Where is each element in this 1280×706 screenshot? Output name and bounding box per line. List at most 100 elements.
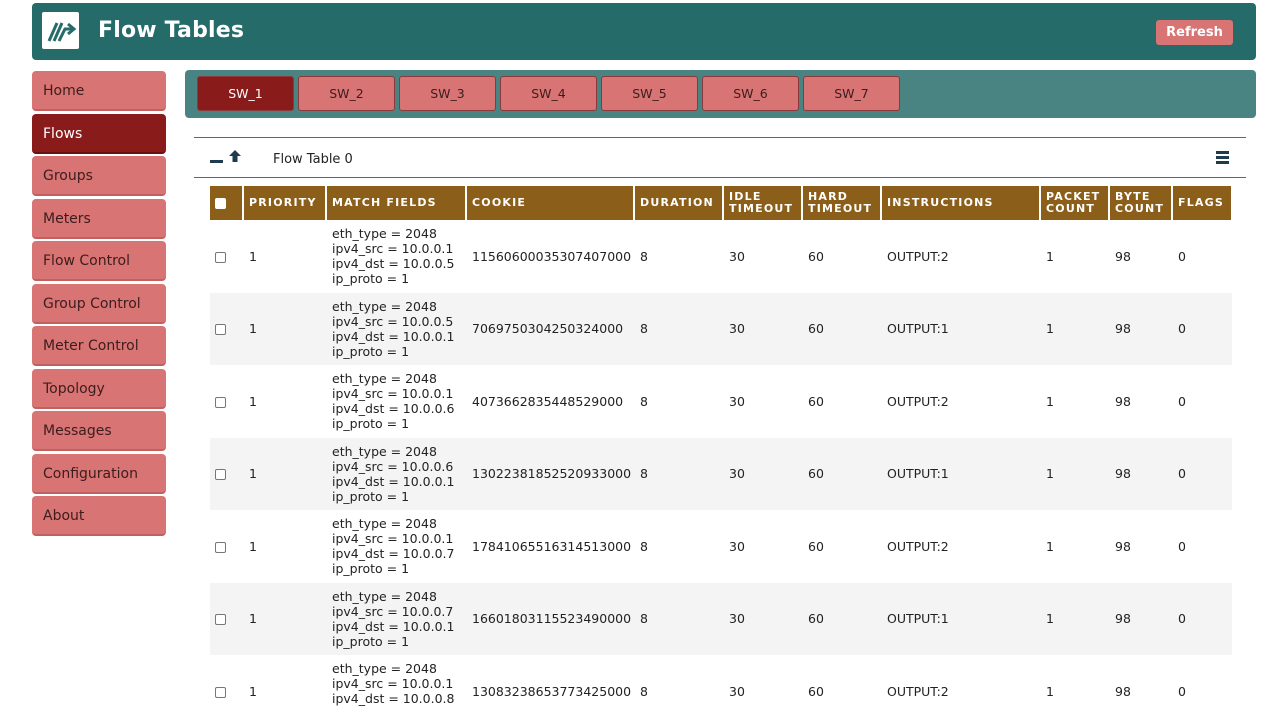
tab-sw-5[interactable]: SW_5: [601, 76, 698, 111]
minus-icon[interactable]: [210, 160, 223, 163]
column-header[interactable]: PACKET COUNT: [1040, 186, 1110, 220]
table-row: 1 eth_type = 2048 ipv4_src = 10.0.0.1 ipv4_…: [210, 220, 1232, 293]
byte-count-cell: 98: [1115, 538, 1131, 554]
flags-cell: 0: [1178, 683, 1186, 699]
match-field: ipv4_src = 10.0.0.6: [332, 458, 454, 474]
match-field: ipv4_dst = 10.0.0.1: [332, 328, 455, 344]
packet-count-cell: 1: [1046, 538, 1054, 554]
match-field: eth_type = 2048: [332, 588, 437, 604]
column-header[interactable]: MATCH FIELDS: [326, 186, 467, 220]
match-field: ipv4_src = 10.0.0.1: [332, 241, 454, 257]
tab-sw-1[interactable]: SW_1: [197, 76, 294, 111]
tab-sw-4[interactable]: SW_4: [500, 76, 597, 111]
sidebar-item-group-control[interactable]: Group Control: [32, 283, 166, 324]
column-header[interactable]: PRIORITY: [243, 186, 327, 220]
refresh-button[interactable]: Refresh: [1156, 20, 1233, 45]
match-field: eth_type = 2048: [332, 661, 437, 677]
flags-cell: 0: [1172, 437, 1232, 510]
column-header[interactable]: IDLE TIMEOUT: [723, 186, 803, 220]
row-checkbox-cell[interactable]: [210, 220, 243, 293]
sidebar-item-groups[interactable]: Groups: [32, 156, 166, 196]
flow-table: PRIORITY MATCH FIELDS COOKIE DURATION ID…: [210, 186, 1233, 706]
checkbox-icon[interactable]: [215, 197, 226, 209]
match-fields-cell: eth_type = 2048 ipv4_src = 10.0.0.5 ipv4_d…: [326, 292, 466, 365]
row-checkbox-cell[interactable]: [210, 655, 243, 706]
match-field: ipv4_src = 10.0.0.1: [332, 386, 454, 402]
row-checkbox-cell[interactable]: [210, 510, 243, 583]
duration-cell: 8: [640, 683, 648, 699]
tab-sw-2[interactable]: SW_2: [298, 76, 395, 111]
hard-timeout-cell: 60: [802, 292, 881, 365]
sidebar-item-flows[interactable]: Flows: [32, 113, 166, 154]
checkbox-icon[interactable]: [215, 686, 226, 698]
sidebar-item-messages[interactable]: Messages: [32, 411, 166, 451]
idle-timeout-cell: 30: [729, 393, 745, 409]
sidebar-item-topology[interactable]: Topology: [32, 368, 166, 409]
flags-cell: 0: [1178, 393, 1186, 409]
match-field: eth_type = 2048: [332, 226, 437, 242]
packet-count-cell: 1: [1040, 582, 1109, 655]
priority-cell: 1: [243, 582, 326, 655]
logo-icon: [42, 12, 79, 49]
byte-count-cell: 98: [1115, 683, 1131, 699]
sidebar-item-about[interactable]: About: [32, 496, 166, 536]
row-checkbox-cell[interactable]: [210, 292, 243, 365]
column-header[interactable]: FLAGS: [1172, 186, 1233, 220]
checkbox-icon[interactable]: [215, 324, 226, 336]
instructions-cell: OUTPUT:2: [887, 248, 949, 264]
table-row: 1 eth_type = 2048 ipv4_src = 10.0.0.1 ipv4_…: [210, 510, 1232, 583]
table-row: 1 eth_type = 2048 ipv4_src = 10.0.0.1 ipv4_…: [210, 655, 1232, 706]
instructions-cell: OUTPUT:1: [881, 582, 1040, 655]
tab-sw-6[interactable]: SW_6: [702, 76, 799, 111]
column-header[interactable]: INSTRUCTIONS: [881, 186, 1041, 220]
instructions-cell: OUTPUT:1: [881, 292, 1040, 365]
cookie-cell: 16601803115523490000: [466, 582, 634, 655]
app-header: Flow Tables Refresh: [32, 3, 1256, 60]
packet-count-cell: 1: [1040, 437, 1109, 510]
instructions-cell: OUTPUT:2: [887, 393, 949, 409]
column-header[interactable]: COOKIE: [466, 186, 635, 220]
column-header[interactable]: DURATION: [634, 186, 724, 220]
checkbox-icon[interactable]: [215, 251, 226, 263]
sidebar-item-meter-control[interactable]: Meter Control: [32, 326, 166, 366]
sidebar-item-configuration[interactable]: Configuration: [32, 453, 166, 494]
page-title: Flow Tables: [98, 18, 245, 43]
column-header[interactable]: BYTE COUNT: [1109, 186, 1173, 220]
byte-count-cell: 98: [1115, 393, 1131, 409]
idle-timeout-cell: 30: [729, 538, 745, 554]
row-checkbox-cell[interactable]: [210, 582, 243, 655]
menu-icon[interactable]: [1216, 151, 1229, 166]
sidebar: Home Flows Groups Meters Flow Control Gr…: [32, 71, 166, 539]
instructions-cell: OUTPUT:2: [887, 538, 949, 554]
byte-count-cell: 98: [1109, 292, 1172, 365]
select-all-checkbox[interactable]: [210, 186, 244, 220]
match-field: ipv4_dst = 10.0.0.1: [332, 473, 455, 489]
row-checkbox-cell[interactable]: [210, 437, 243, 510]
match-field: eth_type = 2048: [332, 298, 437, 314]
match-field: eth_type = 2048: [332, 371, 437, 387]
flags-cell: 0: [1172, 582, 1232, 655]
hard-timeout-cell: 60: [808, 683, 824, 699]
tab-sw-3[interactable]: SW_3: [399, 76, 496, 111]
up-arrow-icon[interactable]: [229, 150, 241, 162]
column-header[interactable]: HARD TIMEOUT: [802, 186, 882, 220]
duration-cell: 8: [640, 393, 648, 409]
match-field: ipv4_dst = 10.0.0.6: [332, 401, 455, 417]
tab-sw-7[interactable]: SW_7: [803, 76, 900, 111]
table-row: 1 eth_type = 2048 ipv4_src = 10.0.0.7 ipv4_…: [210, 582, 1232, 655]
cookie-cell: 17841065516314513000: [472, 538, 632, 554]
sidebar-item-flow-control[interactable]: Flow Control: [32, 241, 166, 281]
switch-tabs: SW_1 SW_2 SW_3 SW_4 SW_5 SW_6 SW_7: [185, 70, 1256, 118]
checkbox-icon[interactable]: [215, 469, 226, 481]
checkbox-icon[interactable]: [215, 541, 226, 553]
sidebar-item-home[interactable]: Home: [32, 71, 166, 111]
packet-count-cell: 1: [1046, 248, 1054, 264]
checkbox-icon[interactable]: [215, 396, 226, 408]
priority-cell: 1: [243, 437, 326, 510]
cookie-cell: 4073662835448529000: [472, 393, 624, 409]
sidebar-item-meters[interactable]: Meters: [32, 198, 166, 239]
match-field: ip_proto = 1: [332, 416, 410, 432]
checkbox-icon[interactable]: [215, 614, 226, 626]
match-fields-cell: eth_type = 2048 ipv4_src = 10.0.0.6 ipv4_d…: [326, 437, 466, 510]
row-checkbox-cell[interactable]: [210, 365, 243, 438]
